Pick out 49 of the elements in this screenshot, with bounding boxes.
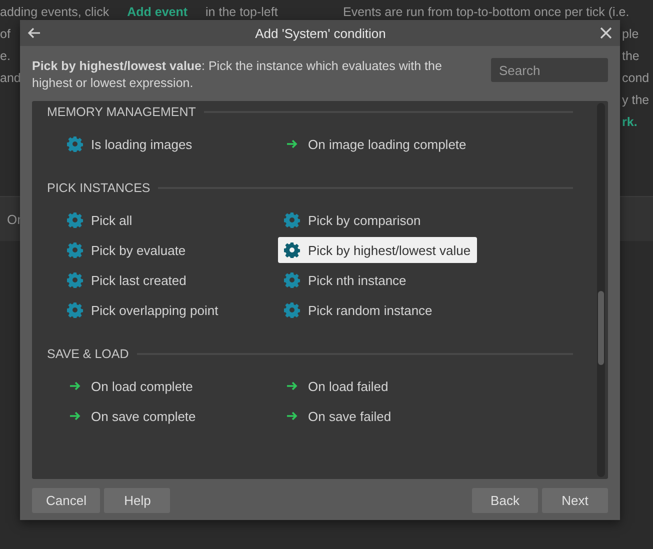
back-arrow-icon[interactable] xyxy=(27,27,41,39)
page-text: y the xyxy=(622,92,650,109)
condition-description: Pick by highest/lowest value: Pick the instance which evaluates with the highest or lowest expression. xyxy=(32,58,443,92)
bar-label: Or xyxy=(7,212,22,226)
page-text: of xyxy=(0,26,10,43)
gear-icon xyxy=(67,212,83,228)
dialog-button[interactable]: Help xyxy=(104,488,170,513)
condition-item[interactable]: Pick by highest/lowest value xyxy=(278,237,477,263)
condition-item[interactable]: On load failed xyxy=(278,373,394,399)
window-title: Add 'System' condition xyxy=(255,26,386,40)
condition-item[interactable]: Pick last created xyxy=(61,267,192,293)
page-link[interactable]: rk. xyxy=(622,111,638,133)
page-text: cond xyxy=(622,70,650,87)
gear-icon xyxy=(67,272,83,288)
search-field[interactable]: Search xyxy=(491,58,608,82)
gear-icon xyxy=(67,136,83,152)
page-text: in the top-left xyxy=(206,4,278,21)
gear-icon xyxy=(67,242,83,258)
gear-icon xyxy=(67,302,83,318)
dialog-button[interactable]: Back xyxy=(472,488,538,513)
condition-item[interactable]: Is loading images xyxy=(61,131,198,157)
page-text: Events are run from top-to-bottom once per tick (i.e. xyxy=(343,4,630,21)
condition-item[interactable]: Pick by comparison xyxy=(278,207,427,233)
condition-item[interactable]: On save complete xyxy=(61,403,202,429)
condition-item[interactable]: On save failed xyxy=(278,403,398,429)
section-title: SAVE & LOAD xyxy=(47,347,129,361)
condition-item[interactable]: Pick all xyxy=(61,207,138,233)
scrollbar[interactable] xyxy=(597,103,605,477)
dialog-button[interactable]: Cancel xyxy=(32,488,100,513)
condition-item[interactable]: On load complete xyxy=(61,373,199,399)
dialog-button[interactable]: Next xyxy=(542,488,608,513)
condition-item[interactable]: Pick nth instance xyxy=(278,267,412,293)
page-text: adding events, click xyxy=(0,4,110,21)
gear-icon xyxy=(284,212,300,228)
section-title: MEMORY MANAGEMENT xyxy=(47,105,196,119)
condition-item[interactable]: Pick by evaluate xyxy=(61,237,192,263)
gear-icon xyxy=(284,242,300,258)
condition-item[interactable]: On image loading complete xyxy=(278,131,472,157)
page-text: ple xyxy=(622,26,639,43)
section-title: PICK INSTANCES xyxy=(47,181,150,195)
page-text: and xyxy=(0,70,21,87)
page-text: e. xyxy=(0,48,10,65)
gear-icon xyxy=(284,302,300,318)
page-text: the xyxy=(622,48,640,65)
page-link[interactable]: Add event xyxy=(127,1,188,23)
gear-icon xyxy=(284,272,300,288)
condition-item[interactable]: Pick overlapping point xyxy=(61,297,224,323)
close-icon[interactable] xyxy=(600,27,612,39)
condition-item[interactable]: Pick random instance xyxy=(278,297,438,323)
